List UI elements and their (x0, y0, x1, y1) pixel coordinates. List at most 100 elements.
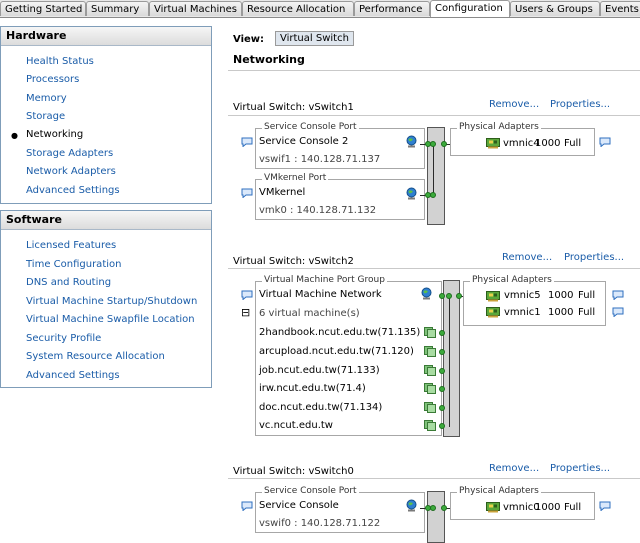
adapter-duplex: Full (564, 502, 582, 513)
vm-name[interactable]: vc.ncut.edu.tw (259, 420, 333, 431)
vm-name[interactable]: arcupload.ncut.edu.tw(71.120) (259, 346, 414, 357)
adapter-duplex: Full (578, 290, 596, 301)
vm-name[interactable]: irw.ncut.edu.tw(71.4) (259, 383, 366, 394)
tab-getting-started[interactable]: Getting Started (0, 1, 86, 16)
port-dot (439, 368, 445, 374)
vm-name[interactable]: 2handbook.ncut.edu.tw(71.135) (259, 327, 420, 338)
nav-system-resource-allocation[interactable]: System Resource Allocation (26, 351, 165, 362)
hardware-panel: Hardware Health Status Processors Memory… (0, 26, 212, 204)
network-adapter-icon (486, 502, 500, 513)
group-legend: Physical Adapters (470, 275, 554, 285)
group-legend: Virtual Machine Port Group (262, 275, 387, 285)
comment-icon[interactable] (612, 290, 624, 300)
adapter-speed: 1000 (535, 138, 561, 149)
network-globe-icon (405, 187, 418, 200)
nav-time-configuration[interactable]: Time Configuration (26, 259, 121, 270)
nav-licensed-features[interactable]: Licensed Features (26, 240, 116, 251)
vswitch2-remove-link[interactable]: Remove... (502, 252, 552, 263)
view-label: View: (233, 34, 265, 45)
tab-configuration[interactable]: Configuration (430, 0, 510, 17)
group-legend: Physical Adapters (457, 122, 541, 132)
physical-adapters-group: Physical Adapters vmnic4 1000 Full (450, 122, 595, 156)
comment-icon[interactable] (241, 137, 253, 147)
vm-name[interactable]: job.ncut.edu.tw(71.133) (259, 365, 380, 376)
virtual-machine-icon (424, 364, 436, 376)
port-address: vmk0 : 140.128.71.132 (259, 205, 377, 216)
vswitch2-bar (443, 280, 460, 437)
nav-memory[interactable]: Memory (26, 93, 67, 104)
link-line (433, 144, 434, 196)
port-name: Service Console 2 (259, 136, 349, 147)
nav-sw-advanced-settings[interactable]: Advanced Settings (26, 370, 120, 381)
network-adapter-icon (486, 291, 500, 302)
nav-networking[interactable]: Networking (26, 129, 83, 140)
nav-vm-swapfile-location[interactable]: Virtual Machine Swapfile Location (26, 314, 195, 325)
vswitch2-properties-link[interactable]: Properties... (564, 252, 624, 263)
vswitch0-properties-link[interactable]: Properties... (550, 463, 610, 474)
comment-icon[interactable] (612, 307, 624, 317)
nav-vm-startup-shutdown[interactable]: Virtual Machine Startup/Shutdown (26, 296, 197, 307)
comment-icon[interactable] (241, 188, 253, 198)
group-legend: Service Console Port (262, 122, 359, 132)
port-dot (439, 423, 445, 429)
port-address: vswif0 : 140.128.71.122 (259, 518, 381, 529)
vswitch2-title: Virtual Switch: vSwitch2 (233, 256, 354, 267)
nav-hw-advanced-settings[interactable]: Advanced Settings (26, 185, 120, 196)
vswitch0-remove-link[interactable]: Remove... (489, 463, 539, 474)
adapter-speed: 1000 (548, 290, 574, 301)
view-virtual-switch-button[interactable]: Virtual Switch (275, 31, 354, 46)
virtual-machine-icon (424, 401, 436, 413)
nav-security-profile[interactable]: Security Profile (26, 333, 101, 344)
virtual-machine-icon (424, 345, 436, 357)
header-divider (228, 70, 640, 71)
nav-dns-routing[interactable]: DNS and Routing (26, 277, 111, 288)
port-dot (439, 386, 445, 392)
comment-icon[interactable] (599, 501, 611, 511)
comment-icon[interactable] (241, 501, 253, 511)
tab-events[interactable]: Events (600, 1, 640, 16)
tab-users-groups[interactable]: Users & Groups (510, 1, 600, 16)
network-adapter-icon (486, 138, 500, 149)
hardware-header: Hardware (1, 27, 211, 46)
vswitch0-divider (228, 478, 640, 479)
tab-virtual-machines[interactable]: Virtual Machines (149, 1, 242, 16)
port-group-name: Virtual Machine Network (259, 289, 382, 300)
port-dot (430, 141, 436, 147)
adapter-speed: 1000 (535, 502, 561, 513)
vswitch1-remove-link[interactable]: Remove... (489, 99, 539, 110)
port-name: VMkernel (259, 187, 306, 198)
tab-summary[interactable]: Summary (86, 1, 149, 16)
adapter-duplex: Full (564, 138, 582, 149)
nav-health-status[interactable]: Health Status (26, 56, 94, 67)
link-line (449, 296, 450, 427)
vswitch1-properties-link[interactable]: Properties... (550, 99, 610, 110)
nav-storage[interactable]: Storage (26, 111, 65, 122)
tab-resource-allocation[interactable]: Resource Allocation (242, 1, 354, 16)
nav-network-adapters[interactable]: Network Adapters (26, 166, 116, 177)
port-dot (439, 349, 445, 355)
collapse-toggle-icon[interactable]: ⊟ (241, 306, 250, 319)
comment-icon[interactable] (599, 137, 611, 147)
port-dot (439, 405, 445, 411)
selected-bullet-icon: ● (11, 131, 18, 140)
vm-name[interactable]: doc.ncut.edu.tw(71.134) (259, 402, 382, 413)
nav-processors[interactable]: Processors (26, 74, 79, 85)
vswitch0-bar (427, 491, 445, 543)
port-dot (456, 293, 462, 299)
vswitch1-divider (228, 115, 640, 116)
physical-adapters-group: Physical Adapters vmnic0 1000 Full (450, 486, 595, 520)
nav-storage-adapters[interactable]: Storage Adapters (26, 148, 113, 159)
group-legend: VMkernel Port (262, 173, 329, 183)
port-dot (439, 330, 445, 336)
comment-icon[interactable] (241, 290, 253, 300)
service-console-port-group: Service Console Port Service Console 2 v… (255, 122, 425, 169)
tab-performance[interactable]: Performance (354, 1, 430, 16)
port-dot (446, 293, 452, 299)
port-dot (430, 505, 436, 511)
network-adapter-icon (486, 307, 500, 318)
port-dot (441, 141, 447, 147)
virtual-machine-icon (424, 326, 436, 338)
adapter-name: vmnic1 (504, 307, 541, 318)
service-console-port-group: Service Console Port Service Console vsw… (255, 486, 425, 533)
port-name: Service Console (259, 500, 339, 511)
